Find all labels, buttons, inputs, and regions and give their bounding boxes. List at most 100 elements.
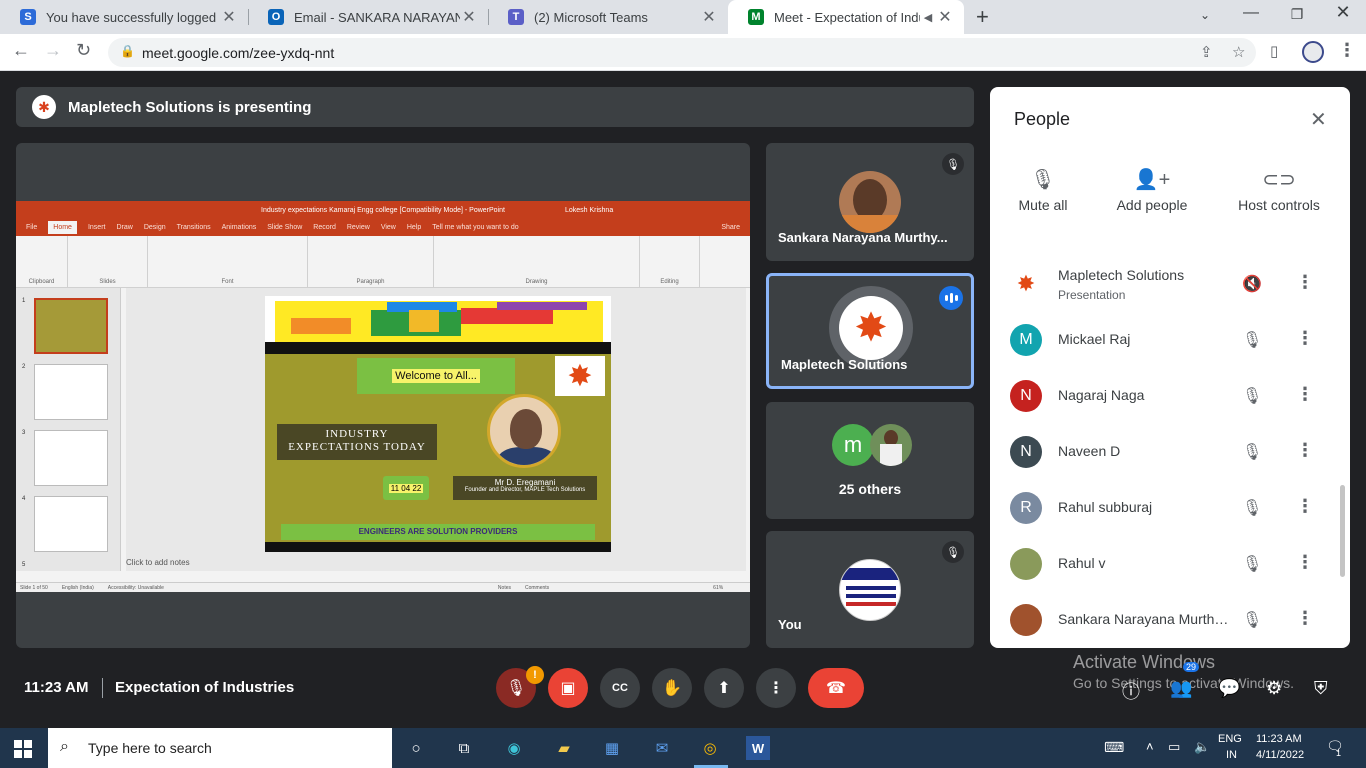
ppt-menu-slideshow[interactable]: Slide Show bbox=[267, 224, 302, 231]
ppt-menu-review[interactable]: Review bbox=[347, 224, 370, 231]
more-options-icon[interactable]: ⋮ bbox=[1296, 272, 1314, 293]
participant-row[interactable]: Rahul v 🎙 ⋮ bbox=[990, 536, 1350, 592]
more-options-icon[interactable]: ⋮ bbox=[1296, 496, 1314, 517]
captions-button[interactable]: CC bbox=[600, 668, 640, 708]
mic-off-icon[interactable]: 🎙 bbox=[1242, 610, 1262, 630]
raise-hand-button[interactable]: ✋ bbox=[652, 668, 692, 708]
ppt-tell-me[interactable]: Tell me what you want to do bbox=[432, 224, 518, 231]
participant-row[interactable]: N Nagaraj Naga 🎙 ⋮ bbox=[990, 368, 1350, 424]
camera-off-button[interactable]: ▣ bbox=[548, 668, 588, 708]
participant-tile-you[interactable]: 🎙 You bbox=[766, 531, 974, 648]
participant-row[interactable]: Sankara Narayana Murthy... 🎙 ⋮ bbox=[990, 592, 1350, 648]
tab-login[interactable]: S You have successfully logged in. ✕ bbox=[0, 0, 248, 34]
taskbar-time[interactable]: 11:23 AM bbox=[1256, 733, 1302, 745]
participant-row[interactable]: ✸ Mapletech Solutions Presentation 🔇 ⋮ bbox=[990, 256, 1350, 312]
participant-tile-others[interactable]: m 25 others bbox=[766, 402, 974, 519]
new-tab-icon[interactable]: + bbox=[976, 4, 989, 30]
close-icon[interactable]: ✕ bbox=[220, 7, 238, 27]
chrome-icon[interactable]: ◎ bbox=[698, 736, 722, 760]
status-notes[interactable]: Notes bbox=[498, 585, 511, 591]
cortana-icon[interactable]: ○ bbox=[404, 736, 428, 760]
keyboard-icon[interactable]: ⌨ bbox=[1104, 739, 1124, 756]
meeting-details-icon[interactable]: ⓘ bbox=[1122, 678, 1140, 704]
volume-icon[interactable]: 🔈 bbox=[1194, 739, 1210, 755]
share-icon[interactable]: ⇪ bbox=[1200, 43, 1213, 61]
word-icon[interactable]: W bbox=[746, 736, 770, 760]
mic-off-icon[interactable]: 🎙 bbox=[1242, 554, 1262, 574]
more-options-icon[interactable]: ⋮ bbox=[1296, 384, 1314, 405]
ppt-menu-transitions[interactable]: Transitions bbox=[177, 224, 211, 231]
windows-start-icon[interactable] bbox=[14, 740, 32, 758]
forward-icon[interactable]: → bbox=[44, 40, 62, 61]
speaker-icon[interactable]: ◀ bbox=[920, 11, 936, 24]
ppt-menu-design[interactable]: Design bbox=[144, 224, 166, 231]
tab-teams[interactable]: T (2) Microsoft Teams ✕ bbox=[488, 0, 728, 34]
ppt-menu-home[interactable]: Home bbox=[48, 221, 77, 234]
people-icon[interactable]: 👥 bbox=[1170, 678, 1192, 699]
reload-icon[interactable]: ↻ bbox=[76, 40, 91, 61]
bookmark-star-icon[interactable]: ☆ bbox=[1232, 43, 1245, 61]
participant-row[interactable]: M Mickael Raj 🎙 ⋮ bbox=[990, 312, 1350, 368]
notes-placeholder[interactable]: Click to add notes bbox=[126, 558, 190, 567]
host-controls-button[interactable]: ⊂⊃ Host controls bbox=[1234, 167, 1324, 213]
omnibox[interactable]: 🔒 meet.google.com/zee-yxdq-nnt ⇪ ☆ bbox=[108, 38, 1256, 67]
slide-thumbnail[interactable] bbox=[34, 496, 108, 552]
participant-tile-mapletech[interactable]: ✸ Mapletech Solutions bbox=[766, 273, 974, 389]
mic-off-icon[interactable]: 🎙 bbox=[1242, 386, 1262, 406]
taskbar-search[interactable]: ⌕ Type here to search bbox=[48, 728, 392, 768]
more-options-icon[interactable]: ⋮ bbox=[1296, 552, 1314, 573]
ppt-menu-view[interactable]: View bbox=[381, 224, 396, 231]
back-icon[interactable]: ← bbox=[12, 40, 30, 61]
tab-meet[interactable]: M Meet - Expectation of Industries ◀ ✕ bbox=[728, 0, 964, 34]
tray-chevron-icon[interactable]: ˄ bbox=[1146, 739, 1154, 754]
mic-off-icon[interactable]: 🎙 bbox=[1242, 442, 1262, 462]
window-close-icon[interactable]: ✕ bbox=[1320, 2, 1366, 23]
presentation-stage[interactable]: Industry expectations Kamaraj Engg colle… bbox=[16, 143, 750, 648]
tab-search-icon[interactable]: ⌄ bbox=[1182, 8, 1228, 22]
browser-menu-icon[interactable]: ⋮ bbox=[1338, 40, 1356, 61]
mic-off-icon[interactable]: 🎙 bbox=[1242, 498, 1262, 518]
leave-call-button[interactable]: ☎ bbox=[808, 668, 864, 708]
lock-icon[interactable]: 🔒 bbox=[120, 44, 135, 58]
slide-thumbnail[interactable] bbox=[34, 298, 108, 354]
chat-icon[interactable]: 💬 bbox=[1218, 678, 1240, 699]
network-icon[interactable]: ▭ bbox=[1168, 739, 1180, 755]
people-scrollbar[interactable] bbox=[1340, 485, 1345, 577]
activities-icon[interactable]: ⚙ bbox=[1266, 678, 1282, 699]
slide-thumbnail[interactable] bbox=[34, 364, 108, 420]
more-options-icon[interactable]: ⋮ bbox=[1296, 328, 1314, 349]
edge-icon[interactable]: ◉ bbox=[502, 736, 526, 760]
ppt-menu-file[interactable]: File bbox=[26, 224, 37, 231]
mail-icon[interactable]: ✉ bbox=[650, 736, 674, 760]
status-comments[interactable]: Comments bbox=[525, 585, 549, 591]
minimize-icon[interactable]: — bbox=[1228, 4, 1274, 22]
ppt-share-button[interactable]: Share bbox=[721, 224, 740, 231]
more-options-button[interactable]: ⋮ bbox=[756, 668, 796, 708]
more-options-icon[interactable]: ⋮ bbox=[1296, 608, 1314, 629]
ppt-menu-draw[interactable]: Draw bbox=[116, 224, 132, 231]
side-panel-icon[interactable]: ▯ bbox=[1270, 42, 1278, 60]
close-icon[interactable]: ✕ bbox=[1310, 107, 1327, 132]
store-icon[interactable]: ▦ bbox=[600, 736, 624, 760]
participant-row[interactable]: N Naveen D 🎙 ⋮ bbox=[990, 424, 1350, 480]
mic-off-icon[interactable]: 🎙 bbox=[1242, 330, 1262, 350]
present-button[interactable]: ⬆ bbox=[704, 668, 744, 708]
ppt-menu-animations[interactable]: Animations bbox=[222, 224, 257, 231]
ppt-menu-record[interactable]: Record bbox=[313, 224, 336, 231]
restore-icon[interactable]: ❐ bbox=[1274, 6, 1320, 23]
add-people-button[interactable]: 👤+ Add people bbox=[1112, 167, 1192, 213]
file-explorer-icon[interactable]: ▰ bbox=[552, 736, 576, 760]
task-view-icon[interactable]: ⧉ bbox=[452, 736, 476, 760]
close-icon[interactable]: ✕ bbox=[460, 7, 478, 27]
host-controls-shield-icon[interactable]: ⛨ bbox=[1314, 678, 1328, 699]
profile-avatar[interactable] bbox=[1302, 41, 1324, 63]
slide-thumbnail[interactable] bbox=[34, 430, 108, 486]
language-indicator[interactable]: ENG bbox=[1218, 733, 1242, 745]
region-indicator[interactable]: IN bbox=[1226, 749, 1237, 761]
more-options-icon[interactable]: ⋮ bbox=[1296, 440, 1314, 461]
participant-tile-sankara[interactable]: 🎙 Sankara Narayana Murthy... bbox=[766, 143, 974, 261]
close-icon[interactable]: ✕ bbox=[936, 7, 954, 27]
tab-email[interactable]: O Email - SANKARA NARAYANA MURTHY ✕ bbox=[248, 0, 488, 34]
ppt-menu-help[interactable]: Help bbox=[407, 224, 421, 231]
taskbar-date[interactable]: 4/11/2022 bbox=[1256, 749, 1304, 761]
